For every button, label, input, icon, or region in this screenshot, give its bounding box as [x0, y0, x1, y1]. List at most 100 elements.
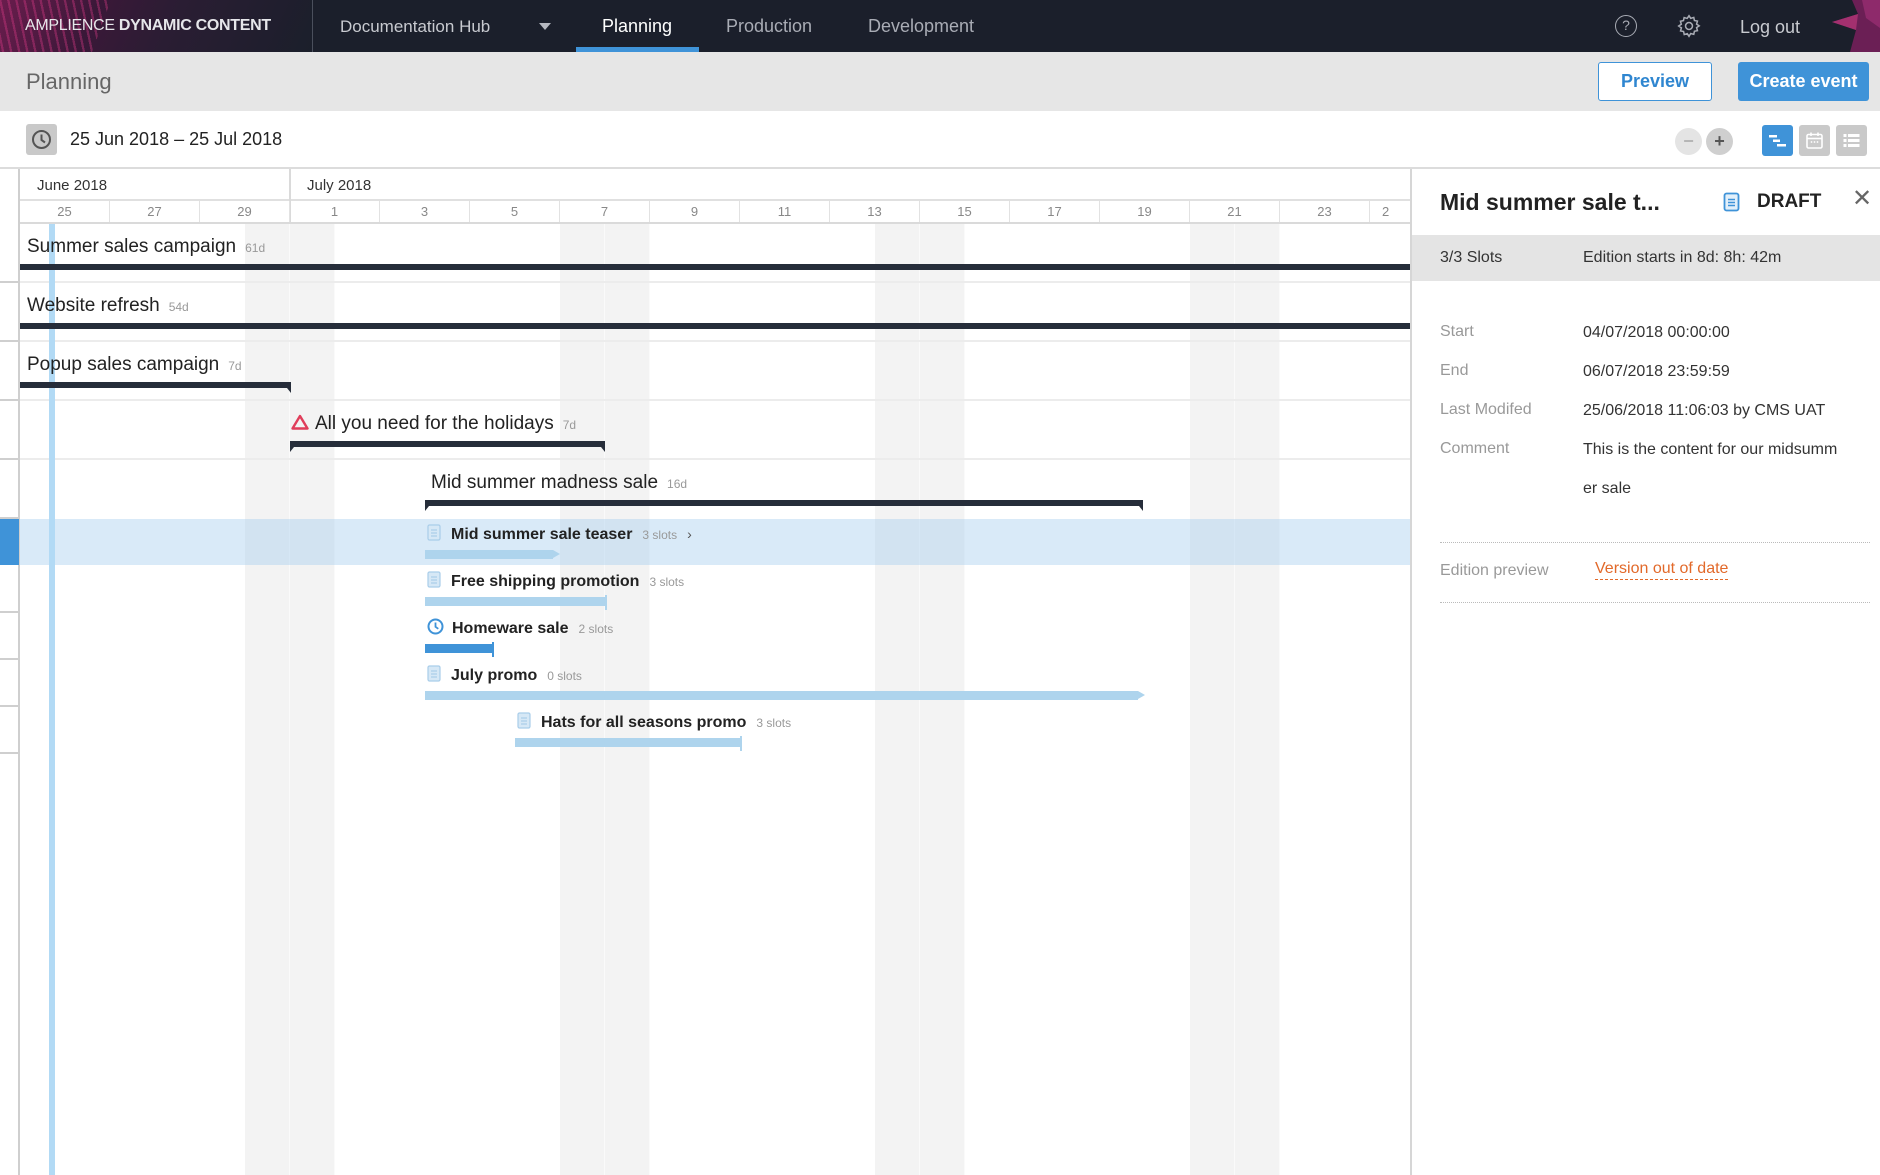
day-tick: 17	[1010, 201, 1100, 222]
prop-label-edition-preview: Edition preview	[1440, 562, 1549, 579]
event-bar[interactable]	[425, 500, 1143, 511]
timeline: June 2018 July 2018 25 27 29 1 3 5 7 9 1…	[0, 169, 1410, 1175]
page-header: Planning Preview Create event	[0, 52, 1880, 111]
day-tick: 11	[740, 201, 830, 222]
edition-name: Mid summer sale teaser	[451, 526, 633, 543]
event-bar[interactable]	[290, 441, 605, 452]
row-gutter	[0, 169, 20, 1175]
zoom-out-button[interactable]: −	[1675, 128, 1702, 155]
edition-bar[interactable]	[425, 642, 494, 657]
gutter-divider	[0, 658, 20, 660]
divider	[312, 0, 313, 52]
month-header: June 2018 July 2018	[20, 169, 1410, 201]
edition-details-panel: Mid summer sale t... DRAFT ✕ 3/3 Slots E…	[1410, 169, 1880, 1175]
prop-value-last-modified: 25/06/2018 11:06:03 by CMS UAT	[1583, 402, 1826, 419]
version-out-of-date-link[interactable]: Version out of date	[1595, 560, 1729, 580]
gear-icon[interactable]	[1676, 13, 1702, 39]
edition-bar[interactable]	[425, 595, 607, 610]
edition-countdown: Edition starts in 8d: 8h: 42m	[1583, 249, 1782, 266]
slots-count: 3/3 Slots	[1440, 249, 1503, 266]
edition-mid-summer-sale-teaser[interactable]: Mid summer sale teaser 3 slots ›	[427, 524, 692, 544]
month-label: June 2018	[37, 177, 108, 194]
preview-button[interactable]: Preview	[1598, 62, 1712, 101]
divider	[1440, 602, 1870, 603]
edition-slots: 0 slots	[547, 669, 582, 683]
logout-link[interactable]: Log out	[1740, 17, 1800, 38]
month-label: July 2018	[307, 177, 372, 194]
warning-icon	[291, 414, 309, 430]
divider	[1440, 542, 1870, 543]
edition-bar[interactable]	[425, 691, 1145, 700]
gutter-divider	[0, 705, 20, 707]
tab-development[interactable]: Development	[868, 16, 974, 37]
day-tick: 9	[650, 201, 740, 222]
edition-free-shipping-promotion[interactable]: Free shipping promotion 3 slots	[427, 571, 684, 591]
day-tick: 29	[200, 201, 290, 222]
gutter-divider	[0, 281, 20, 283]
day-tick: 25	[20, 201, 110, 222]
panel-title: Mid summer sale t...	[1440, 189, 1660, 215]
brand-logo[interactable]: AMPLIENCE DYNAMIC CONTENT	[25, 17, 271, 35]
event-popup-sales-campaign[interactable]: Popup sales campaign 7d	[27, 354, 242, 376]
day-tick: 27	[110, 201, 200, 222]
event-website-refresh[interactable]: Website refresh 54d	[27, 295, 189, 317]
close-icon[interactable]: ✕	[1852, 187, 1872, 211]
edition-hats-for-all-seasons-promo[interactable]: Hats for all seasons promo 3 slots	[517, 712, 791, 732]
date-range: 25 Jun 2018 – 25 Jul 2018	[70, 129, 283, 149]
event-bar[interactable]	[20, 323, 1410, 329]
edition-bar[interactable]	[425, 550, 560, 559]
event-all-you-need-for-the-holidays[interactable]: All you need for the holidays 7d	[291, 413, 576, 435]
event-duration: 7d	[562, 418, 577, 432]
zoom-in-button[interactable]: +	[1706, 128, 1733, 155]
prop-value-end: 06/07/2018 23:59:59	[1583, 363, 1730, 380]
chevron-down-icon[interactable]	[539, 23, 551, 30]
tab-production[interactable]: Production	[726, 16, 812, 37]
timeline-view-button[interactable]	[1762, 125, 1793, 156]
hub-selector[interactable]: Documentation Hub	[340, 17, 490, 37]
event-duration: 61d	[245, 241, 266, 255]
status-badge: DRAFT	[1757, 191, 1822, 212]
tab-planning[interactable]: Planning	[602, 16, 672, 37]
document-icon	[517, 712, 531, 729]
timeline-icon	[1769, 135, 1786, 147]
selected-row-highlight	[20, 519, 1410, 565]
list-view-button[interactable]	[1836, 125, 1867, 156]
date-toolbar: 25 Jun 2018 – 25 Jul 2018 − +	[0, 111, 1880, 169]
gutter-divider	[0, 458, 20, 460]
day-tick: 2	[1370, 201, 1410, 222]
edition-name: July promo	[451, 667, 538, 684]
clock-icon	[427, 618, 444, 635]
day-tick: 13	[830, 201, 920, 222]
edition-name: Free shipping promotion	[451, 573, 640, 590]
event-summer-sales-campaign[interactable]: Summer sales campaign 61d	[27, 236, 265, 258]
edition-july-promo[interactable]: July promo 0 slots	[427, 665, 582, 685]
day-tick: 21	[1190, 201, 1280, 222]
edition-name: Hats for all seasons promo	[541, 714, 747, 731]
gutter-divider	[0, 611, 20, 613]
edition-slots: 2 slots	[578, 622, 614, 636]
day-tick: 3	[380, 201, 470, 222]
calendar-view-button[interactable]	[1799, 125, 1830, 156]
selected-row-marker	[0, 519, 19, 565]
weekend-shade	[245, 224, 290, 1175]
event-duration: 54d	[168, 300, 189, 314]
weekend-shade	[1190, 224, 1235, 1175]
row-divider	[20, 458, 1410, 460]
date-picker-button[interactable]	[26, 124, 57, 155]
prop-label-start: Start	[1440, 323, 1474, 340]
event-bar[interactable]	[20, 382, 291, 393]
top-nav: AMPLIENCE DYNAMIC CONTENT Documentation …	[0, 0, 1880, 52]
decorative-star	[1832, 0, 1880, 52]
edition-bar[interactable]	[515, 736, 742, 751]
create-event-button[interactable]: Create event	[1738, 62, 1869, 101]
gutter-divider	[0, 752, 20, 754]
slots-band: 3/3 Slots Edition starts in 8d: 8h: 42m	[1412, 235, 1880, 281]
event-bar[interactable]	[20, 264, 1410, 270]
event-mid-summer-madness-sale[interactable]: Mid summer madness sale 16d	[431, 472, 687, 494]
help-icon[interactable]: ?	[1615, 15, 1637, 37]
chevron-right-icon[interactable]: ›	[687, 526, 692, 542]
event-name: Mid summer madness sale	[431, 472, 659, 493]
document-icon	[427, 571, 441, 588]
gutter-divider	[0, 399, 20, 401]
edition-homeware-sale[interactable]: Homeware sale 2 slots	[427, 618, 613, 638]
